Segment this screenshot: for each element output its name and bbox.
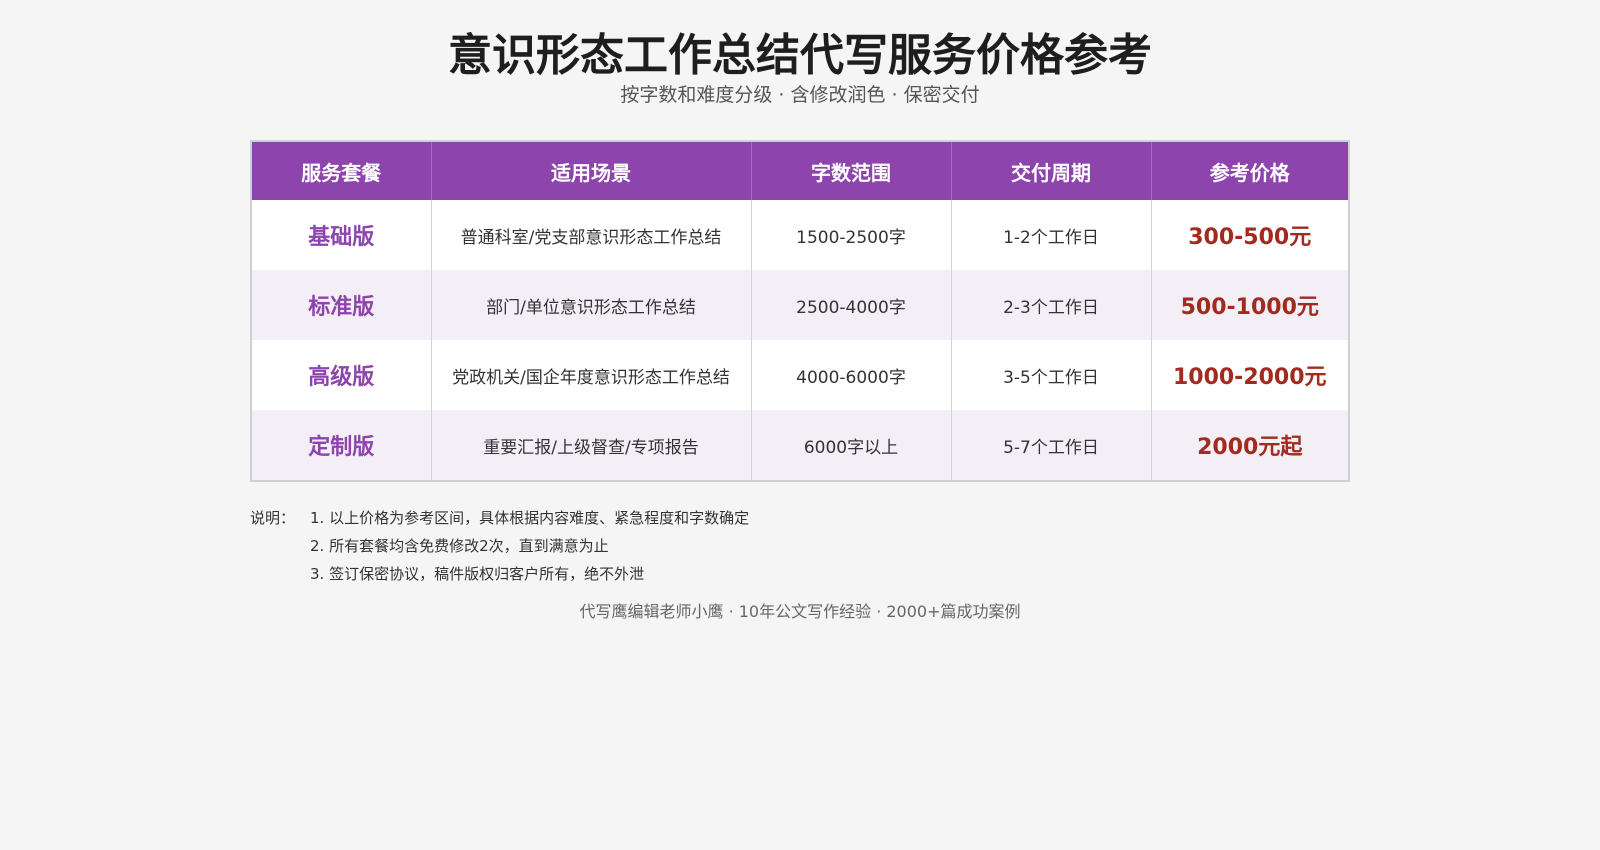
table-row: 基础版 普通科室/党支部意识形态工作总结 1500-2500字 1-2个工作日 … xyxy=(252,200,1348,270)
scene-cell: 党政机关/国企年度意识形态工作总结 xyxy=(430,340,751,410)
period-cell: 1-2个工作日 xyxy=(950,200,1151,270)
package-name: 标准版 xyxy=(252,270,431,340)
price-table: 服务套餐 适用场景 字数范围 交付周期 参考价格 基础版 普通科室/党支部意识形… xyxy=(250,140,1350,482)
table-row: 标准版 部门/单位意识形态工作总结 2500-4000字 2-3个工作日 500… xyxy=(252,270,1348,340)
price-reference-page: 意识形态工作总结代写服务价格参考 按字数和难度分级 · 含修改润色 · 保密交付… xyxy=(0,0,1600,850)
scene-cell: 部门/单位意识形态工作总结 xyxy=(430,270,751,340)
price-cell: 500-1000元 xyxy=(1150,270,1348,340)
notes-list: 1. 以上价格为参考区间，具体根据内容难度、紧急程度和字数确定 2. 所有套餐均… xyxy=(310,504,1210,588)
words-cell: 4000-6000字 xyxy=(750,340,951,410)
page-subtitle: 按字数和难度分级 · 含修改润色 · 保密交付 xyxy=(620,84,980,106)
table-row: 定制版 重要汇报/上级督查/专项报告 6000字以上 5-7个工作日 2000元… xyxy=(252,410,1348,480)
period-cell: 5-7个工作日 xyxy=(950,410,1151,480)
scene-cell: 普通科室/党支部意识形态工作总结 xyxy=(430,200,751,270)
price-cell: 300-500元 xyxy=(1150,200,1348,270)
notes-label: 说明： xyxy=(250,509,296,527)
period-cell: 3-5个工作日 xyxy=(950,340,1151,410)
note-item: 2. 所有套餐均含免费修改2次，直到满意为止 xyxy=(310,537,609,555)
words-cell: 2500-4000字 xyxy=(750,270,951,340)
package-name: 高级版 xyxy=(252,340,431,410)
scene-cell: 重要汇报/上级督查/专项报告 xyxy=(430,410,751,480)
column-header-period: 交付周期 xyxy=(950,142,1151,200)
words-cell: 6000字以上 xyxy=(750,410,951,480)
table-header-row: 服务套餐 适用场景 字数范围 交付周期 参考价格 xyxy=(252,142,1348,200)
column-header-price: 参考价格 xyxy=(1150,142,1348,200)
page-title: 意识形态工作总结代写服务价格参考 xyxy=(448,30,1152,81)
price-cell: 1000-2000元 xyxy=(1150,340,1348,410)
table-row: 高级版 党政机关/国企年度意识形态工作总结 4000-6000字 3-5个工作日… xyxy=(252,340,1348,410)
words-cell: 1500-2500字 xyxy=(750,200,951,270)
note-item: 3. 签订保密协议，稿件版权归客户所有，绝不外泄 xyxy=(310,565,645,583)
period-cell: 2-3个工作日 xyxy=(950,270,1151,340)
price-cell: 2000元起 xyxy=(1150,410,1348,480)
column-header-scene: 适用场景 xyxy=(430,142,751,200)
package-name: 定制版 xyxy=(252,410,431,480)
column-header-words: 字数范围 xyxy=(750,142,951,200)
note-item: 1. 以上价格为参考区间，具体根据内容难度、紧急程度和字数确定 xyxy=(310,509,750,527)
package-name: 基础版 xyxy=(252,200,431,270)
footer-credit: 代写鹰编辑老师小鹰 · 10年公文写作经验 · 2000+篇成功案例 xyxy=(579,602,1021,621)
column-header-package: 服务套餐 xyxy=(252,142,431,200)
